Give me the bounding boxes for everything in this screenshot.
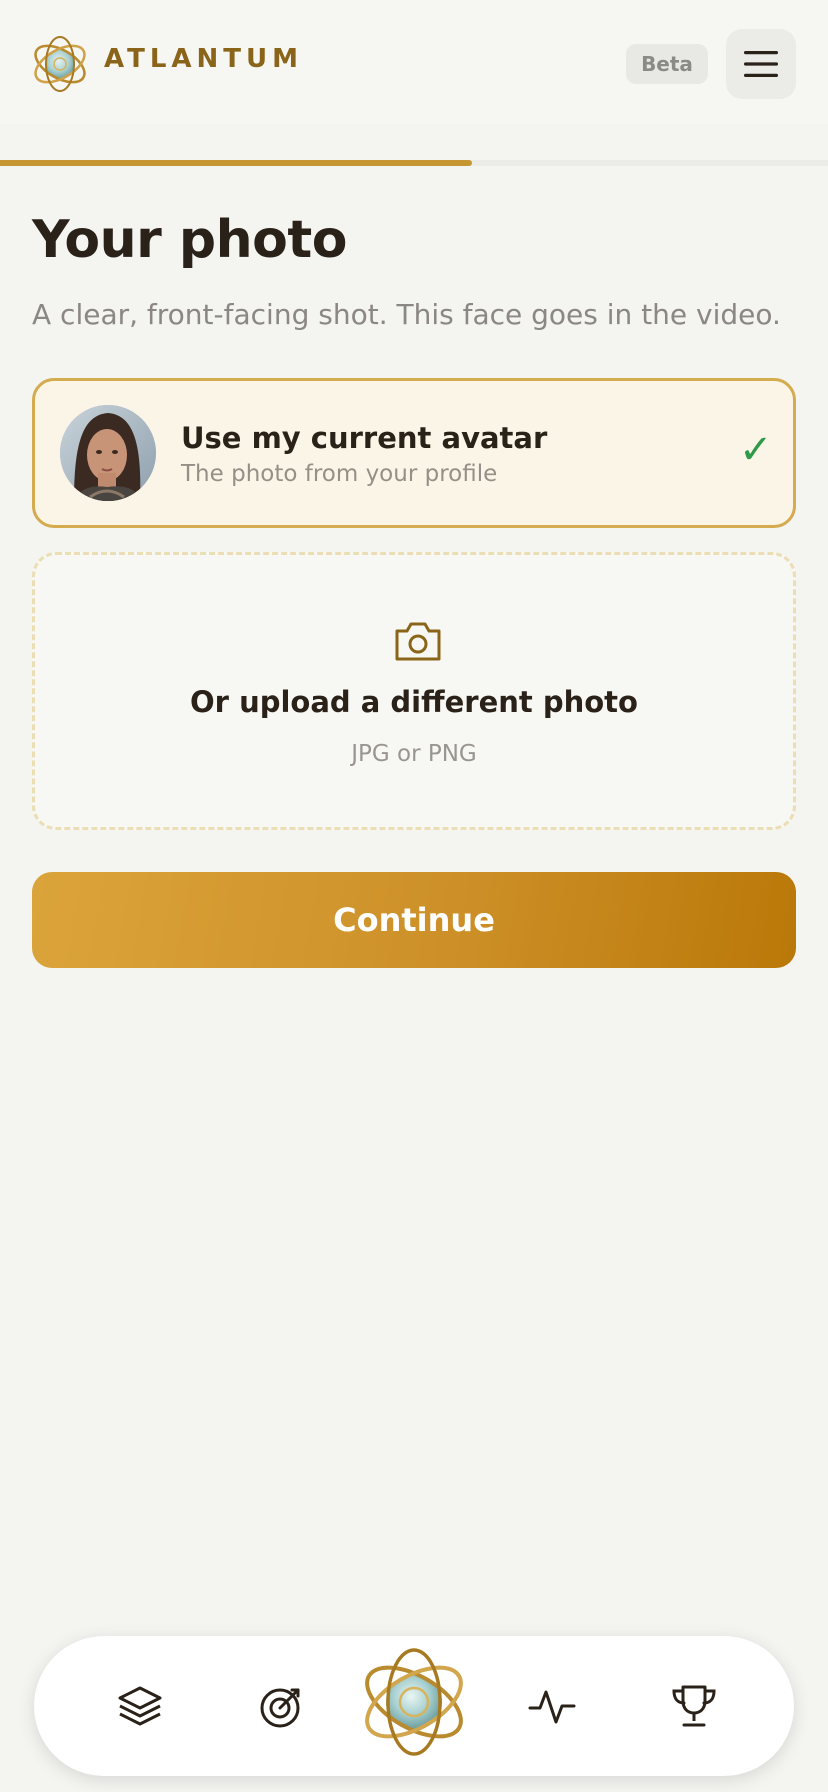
hamburger-menu-icon	[744, 51, 778, 77]
bottom-nav	[34, 1636, 794, 1776]
progress-bar	[0, 160, 828, 166]
nav-achievements[interactable]	[664, 1676, 724, 1736]
activity-icon	[528, 1690, 576, 1724]
layers-icon	[118, 1686, 162, 1726]
avatar-option-subtitle: The photo from your profile	[181, 461, 498, 487]
beta-badge: Beta	[626, 44, 708, 84]
trophy-icon	[672, 1685, 716, 1727]
app-screen: ATLANTUM Beta Your photo A clear, front-…	[0, 0, 828, 1792]
nav-goals[interactable]	[252, 1676, 312, 1736]
continue-button[interactable]: Continue	[32, 872, 796, 968]
upload-format-hint: JPG or PNG	[351, 741, 477, 767]
page-subtitle: A clear, front-facing shot. This face go…	[32, 298, 781, 331]
camera-icon	[395, 622, 441, 661]
upload-photo-dropzone[interactable]: Or upload a different photo JPG or PNG	[32, 552, 796, 830]
atlantum-logo-icon[interactable]	[30, 34, 90, 94]
nav-activity[interactable]	[522, 1676, 582, 1736]
atlantum-orb-icon[interactable]	[356, 1644, 472, 1760]
progress-fill	[0, 160, 472, 166]
header: ATLANTUM Beta	[0, 0, 828, 124]
checkmark-icon: ✓	[739, 427, 773, 473]
use-current-avatar-option[interactable]: Use my current avatar The photo from you…	[32, 378, 796, 528]
menu-button[interactable]	[726, 29, 796, 99]
nav-layers[interactable]	[110, 1676, 170, 1736]
avatar	[60, 405, 156, 501]
avatar-option-title: Use my current avatar	[181, 421, 548, 455]
page-title: Your photo	[32, 210, 347, 270]
brand-name: ATLANTUM	[104, 44, 304, 74]
target-icon	[260, 1688, 300, 1728]
upload-title: Or upload a different photo	[190, 685, 638, 719]
